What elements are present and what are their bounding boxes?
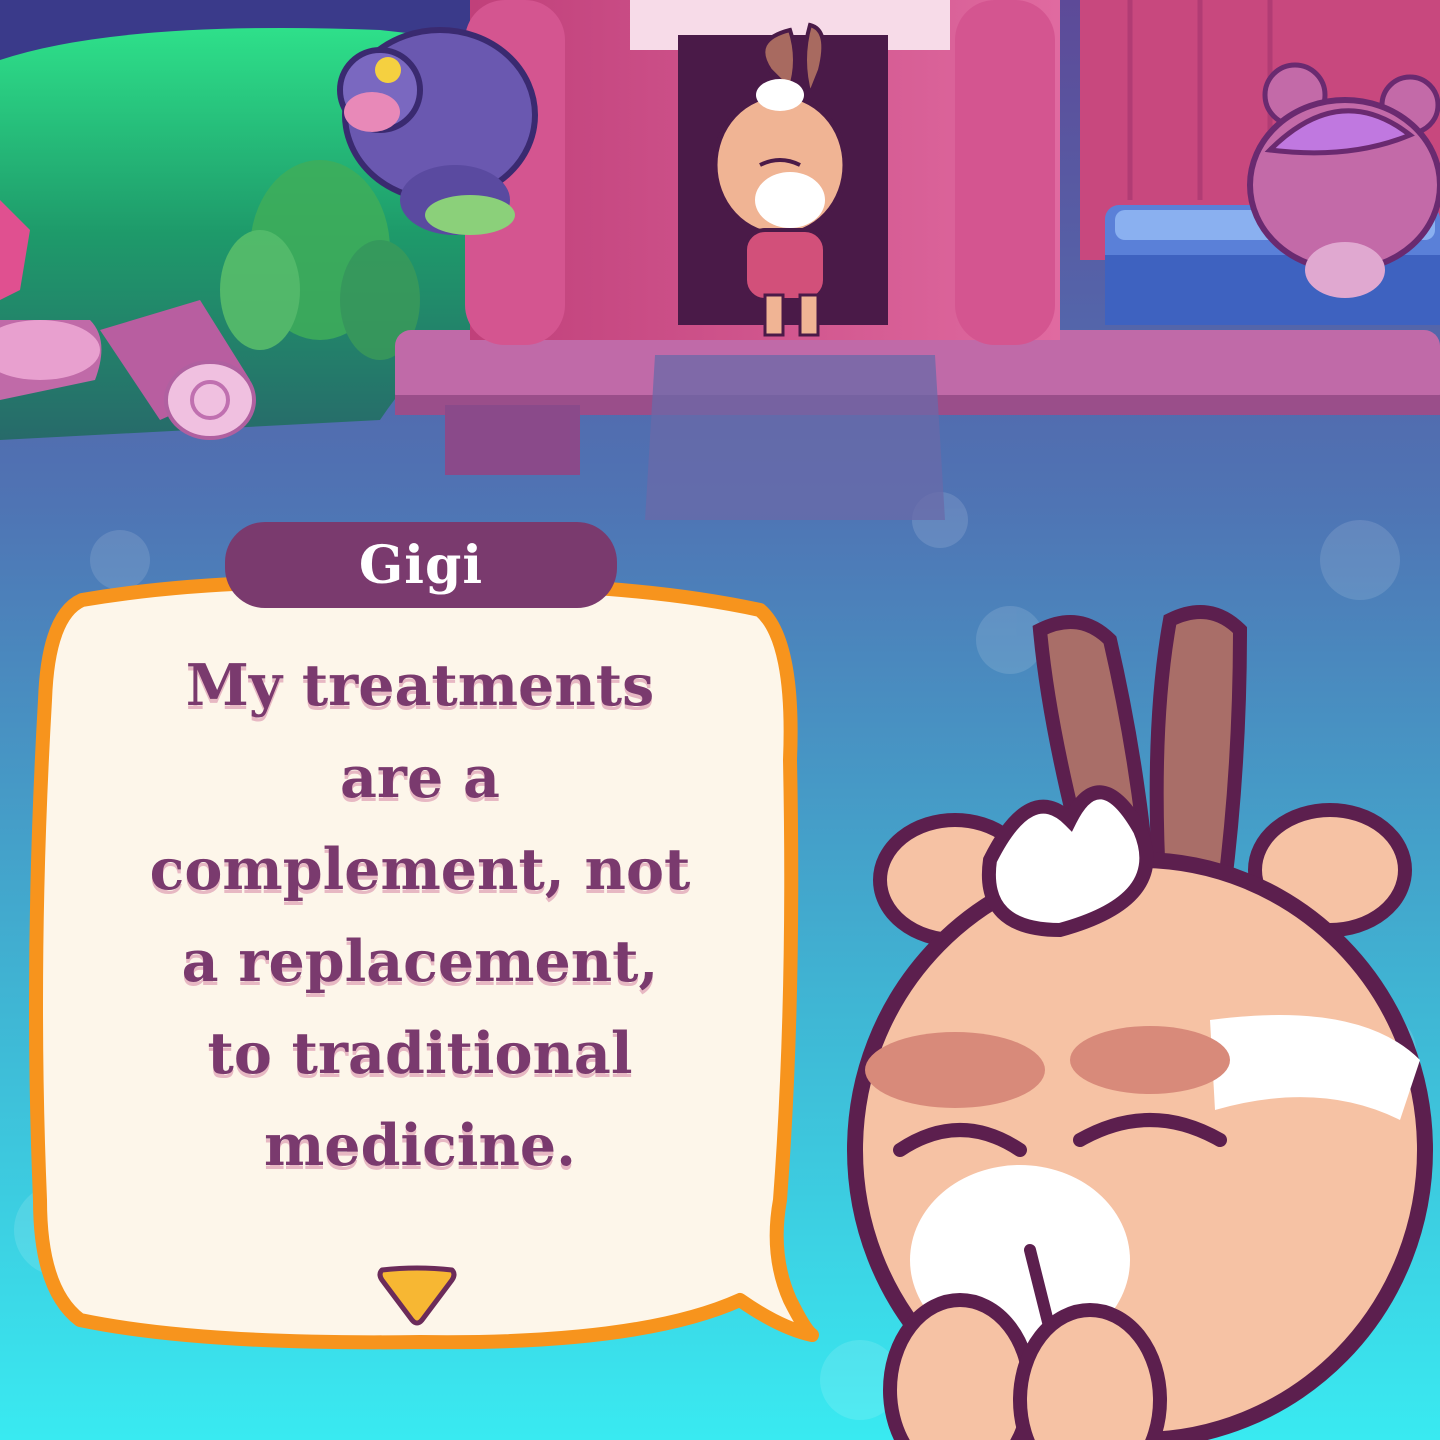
game-scene: Gigi My treatments are a complement, not… bbox=[0, 0, 1440, 1440]
chevron-down-icon[interactable] bbox=[376, 1262, 458, 1332]
dialogue-text: My treatments are a complement, not a re… bbox=[149, 652, 691, 1179]
dialogue-layer: Gigi My treatments are a complement, not… bbox=[0, 0, 1440, 1440]
speaker-name-tag: Gigi bbox=[225, 522, 617, 608]
